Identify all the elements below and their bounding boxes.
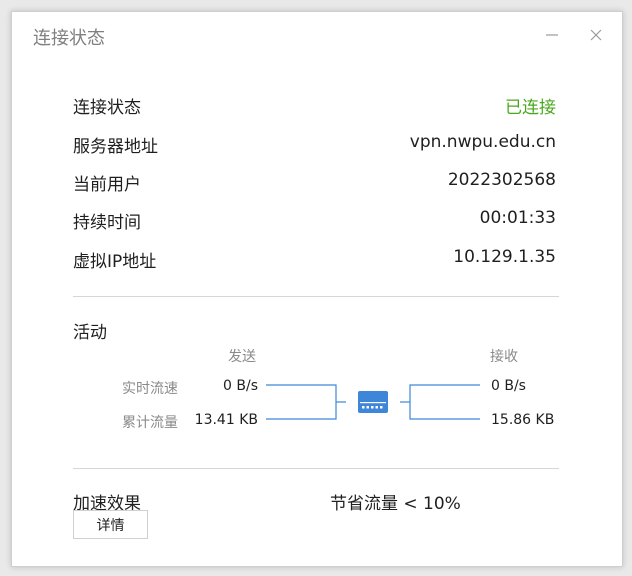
activity-title: 活动 — [73, 323, 107, 343]
acceleration-value: 节省流量 < 10% — [330, 494, 461, 514]
minimize-icon — [546, 34, 558, 36]
network-device-icon — [358, 391, 388, 413]
divider — [73, 296, 559, 297]
divider — [73, 468, 559, 469]
current-user-label: 当前用户 — [73, 175, 141, 195]
total-traffic-label: 累计流量 — [122, 415, 178, 431]
connection-status-label: 连接状态 — [73, 98, 141, 118]
server-address-value: vpn.nwpu.edu.cn — [409, 132, 556, 152]
connection-status-row: 连接状态 已连接 — [73, 93, 556, 118]
send-total-value: 13.41 KB — [194, 412, 258, 428]
close-button[interactable] — [584, 23, 608, 47]
connection-status-value: 已连接 — [505, 98, 556, 118]
current-user-row: 当前用户 2022302568 — [73, 170, 556, 195]
send-header: 发送 — [228, 349, 256, 365]
receive-connector-lines — [400, 384, 480, 420]
minimize-button[interactable] — [540, 23, 564, 47]
server-address-label: 服务器地址 — [73, 137, 158, 157]
server-address-row: 服务器地址 vpn.nwpu.edu.cn — [73, 132, 556, 157]
send-realtime-value: 0 B/s — [223, 378, 258, 394]
traffic-diagram — [266, 384, 480, 420]
receive-total-value: 15.86 KB — [491, 412, 555, 428]
virtual-ip-value: 10.129.1.35 — [453, 247, 556, 267]
realtime-rate-label: 实时流速 — [122, 381, 178, 397]
close-icon — [590, 29, 602, 41]
duration-row: 持续时间 00:01:33 — [73, 208, 556, 233]
receive-header: 接收 — [490, 349, 518, 365]
details-button[interactable]: 详情 — [73, 510, 148, 539]
window-title: 连接状态 — [33, 28, 105, 49]
current-user-value: 2022302568 — [447, 170, 556, 190]
virtual-ip-label: 虚拟IP地址 — [73, 252, 157, 272]
receive-realtime-value: 0 B/s — [491, 378, 526, 394]
virtual-ip-row: 虚拟IP地址 10.129.1.35 — [73, 247, 556, 272]
send-connector-lines — [266, 384, 346, 420]
duration-value: 00:01:33 — [479, 208, 556, 228]
connection-status-window: 连接状态 连接状态 已连接 服务器地址 vpn.nwpu.edu.cn 当前用户… — [11, 11, 623, 567]
duration-label: 持续时间 — [73, 213, 141, 233]
